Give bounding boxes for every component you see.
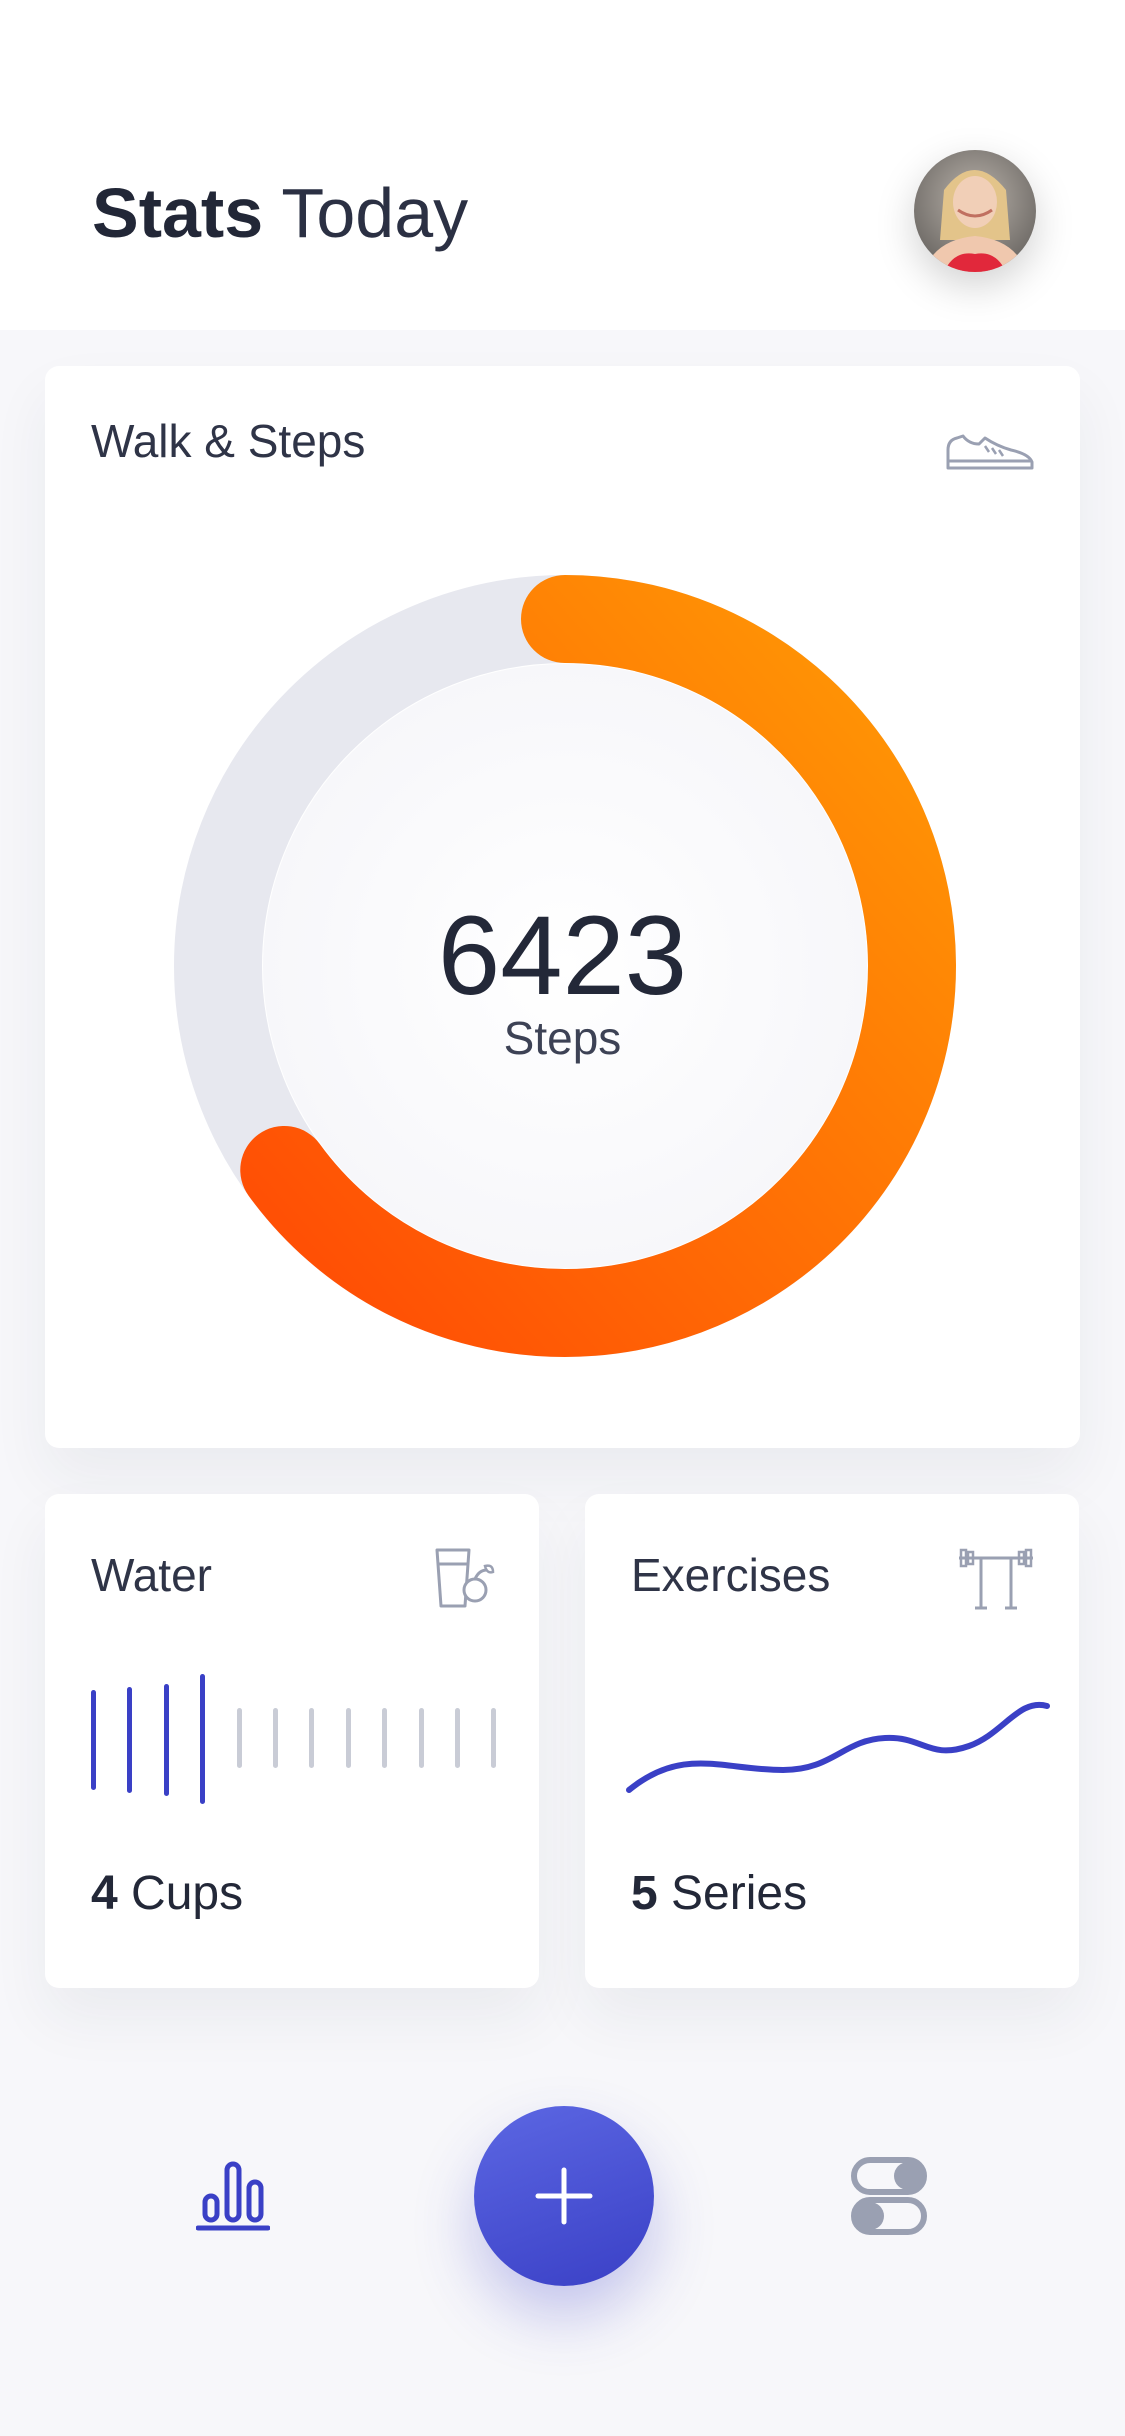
water-bar-empty	[382, 1708, 388, 1768]
water-bar-empty	[491, 1708, 497, 1768]
page-title-bold: Stats	[92, 174, 264, 252]
water-bar-empty	[236, 1708, 242, 1768]
avatar-photo	[914, 150, 1036, 272]
water-card-title: Water	[91, 1549, 212, 1601]
water-bar-empty	[345, 1708, 351, 1768]
add-button[interactable]	[474, 2106, 654, 2286]
page-title-light: Today	[281, 174, 469, 252]
exercises-card[interactable]: Exercises 5 Series	[585, 1494, 1079, 1988]
water-bar-empty	[273, 1708, 278, 1768]
water-bar-empty	[455, 1708, 460, 1768]
plus-icon	[535, 2167, 593, 2225]
water-cups-number: 4	[91, 1867, 118, 1920]
walk-steps-card[interactable]: Walk & Steps 6423 Steps	[45, 366, 1080, 1448]
exercises-trend-line	[626, 1701, 1050, 1793]
step-count-label: Steps	[503, 1012, 622, 1064]
water-bar-filled	[127, 1687, 133, 1793]
water-cups-unit: Cups	[117, 1867, 244, 1920]
water-bar-empty	[309, 1708, 315, 1768]
exercises-series-number: 5	[631, 1867, 658, 1920]
toggles-icon[interactable]	[850, 2156, 928, 2236]
water-bar-filled	[163, 1684, 169, 1796]
page-title: Stats Today	[92, 168, 468, 258]
exercises-series-unit: Series	[657, 1867, 808, 1920]
exercises-card-title: Exercises	[631, 1549, 831, 1601]
avatar[interactable]	[914, 150, 1036, 272]
water-cups-metric: 4 Cups	[91, 1866, 243, 1921]
barbell-rack-icon	[959, 1548, 1033, 1610]
step-count-value: 6423	[437, 893, 688, 1018]
water-bar-empty	[418, 1708, 424, 1768]
exercises-series-metric: 5 Series	[631, 1866, 807, 1921]
bar-chart-icon[interactable]	[196, 2156, 270, 2232]
water-bar-filled	[91, 1690, 96, 1790]
water-bar-filled	[200, 1674, 206, 1804]
header: Stats Today	[0, 0, 1125, 330]
glass-with-fruit-icon	[435, 1548, 495, 1608]
water-card[interactable]: Water 4 Cups	[45, 1494, 539, 1988]
